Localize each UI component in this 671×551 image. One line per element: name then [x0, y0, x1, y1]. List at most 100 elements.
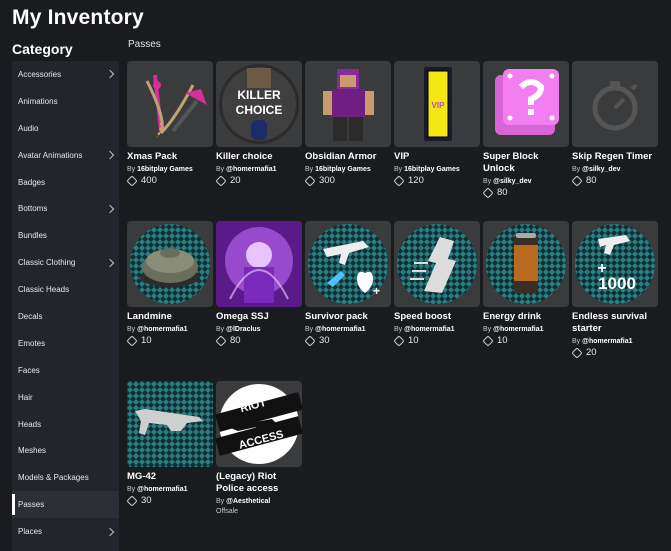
xmas-pack-icon[interactable]: [127, 61, 213, 147]
energy-drink-icon[interactable]: [483, 221, 569, 307]
creator-link[interactable]: @lDraclus: [226, 326, 260, 333]
pass-name[interactable]: VIP: [394, 151, 480, 163]
robux-icon: [126, 174, 138, 187]
sidebar-item-label: Passes: [18, 500, 45, 510]
pass-creator: By @homermafia1: [127, 326, 213, 333]
killer-choice-icon[interactable]: KILLER CHOICE: [216, 61, 302, 147]
sidebar-item-label: Bottoms: [18, 204, 48, 214]
price-value: 20: [230, 175, 241, 186]
sidebar-item-heads[interactable]: Heads: [12, 411, 119, 438]
pass-card[interactable]: VIP VIP By 16bitplay Games 120: [393, 61, 480, 187]
pass-card[interactable]: MG-42 By @homermafia1 30: [126, 381, 213, 507]
creator-by-label: By: [127, 166, 136, 173]
sidebar-item-faces[interactable]: Faces: [12, 357, 119, 384]
creator-link[interactable]: @homermafia1: [137, 326, 187, 333]
super-block-icon[interactable]: [483, 61, 569, 147]
pass-card[interactable]: Omega SSJ By @lDraclus 80: [215, 221, 302, 347]
pass-name[interactable]: Omega SSJ: [216, 311, 302, 323]
pass-creator: By 16bitplay Games: [127, 166, 213, 173]
creator-link[interactable]: @Aesthetical: [226, 498, 270, 505]
riot-police-icon[interactable]: RIOT ACCESS: [216, 381, 302, 467]
pass-price: 20: [215, 174, 302, 187]
pass-card[interactable]: + Survivor pack By @homermafia1 30: [304, 221, 391, 347]
landmine-icon[interactable]: [127, 221, 213, 307]
price-value: 30: [319, 335, 330, 346]
creator-link[interactable]: @homermafia1: [315, 326, 365, 333]
pass-card[interactable]: Super Block Unlock By @silky_dev 80: [482, 61, 569, 199]
pass-card[interactable]: Landmine By @homermafia1 10: [126, 221, 213, 347]
sidebar-item-label: Hair: [18, 392, 33, 402]
pass-price: 80: [482, 186, 569, 199]
sidebar-item-badges[interactable]: Badges: [12, 169, 119, 196]
omega-ssj-icon[interactable]: [216, 221, 302, 307]
sidebar-item-emotes[interactable]: Emotes: [12, 330, 119, 357]
creator-by-label: By: [305, 166, 314, 173]
pass-name[interactable]: Skip Regen Timer: [572, 151, 658, 163]
sidebar-item-models-packages[interactable]: Models & Packages: [12, 464, 119, 491]
sidebar-item-classic-clothing[interactable]: Classic Clothing: [12, 249, 119, 276]
speed-boost-icon[interactable]: [394, 221, 480, 307]
creator-by-label: By: [572, 166, 581, 173]
robux-icon: [482, 186, 494, 199]
sidebar-item-bundles[interactable]: Bundles: [12, 222, 119, 249]
pass-name[interactable]: Landmine: [127, 311, 213, 323]
robux-icon: [215, 334, 227, 347]
creator-by-label: By: [572, 338, 581, 345]
sidebar-item-label: Audio: [18, 123, 39, 133]
creator-link[interactable]: @homermafia1: [404, 326, 454, 333]
pass-name[interactable]: Energy drink: [483, 311, 569, 323]
pass-name[interactable]: Survivor pack: [305, 311, 391, 323]
survivor-pack-icon[interactable]: +: [305, 221, 391, 307]
creator-link[interactable]: @homermafia1: [582, 338, 632, 345]
pass-card[interactable]: KILLER CHOICE Killer choice By @homermafia1…: [215, 61, 302, 187]
pass-name[interactable]: Killer choice: [216, 151, 302, 163]
pass-name[interactable]: Xmas Pack: [127, 151, 213, 163]
pass-card[interactable]: Speed boost By @homermafia1 10: [393, 221, 480, 347]
mg42-icon[interactable]: [127, 381, 213, 467]
sidebar-item-decals[interactable]: Decals: [12, 303, 119, 330]
pass-name[interactable]: Endless survival starter: [572, 311, 658, 335]
creator-link[interactable]: @homermafia1: [137, 486, 187, 493]
pass-creator: By @homermafia1: [483, 326, 569, 333]
vip-icon[interactable]: VIP: [394, 61, 480, 147]
pass-card[interactable]: +1000 Endless survival starter By @homerma…: [571, 221, 658, 359]
pass-card[interactable]: Xmas Pack By 16bitplay Games 400: [126, 61, 213, 187]
sidebar-item-avatar-animations[interactable]: Avatar Animations: [12, 142, 119, 169]
pass-creator: By @lDraclus: [216, 326, 302, 333]
pass-card[interactable]: Energy drink By @homermafia1 10: [482, 221, 569, 347]
pass-price: 120: [393, 174, 480, 187]
pass-price: 10: [393, 334, 480, 347]
sidebar-item-classic-heads[interactable]: Classic Heads: [12, 276, 119, 303]
sidebar-item-meshes[interactable]: Meshes: [12, 437, 119, 464]
pass-name[interactable]: Obsidian Armor: [305, 151, 391, 163]
creator-link[interactable]: @silky_dev: [582, 166, 620, 173]
pass-card[interactable]: Skip Regen Timer By @silky_dev 80: [571, 61, 658, 187]
creator-link[interactable]: @homermafia1: [493, 326, 543, 333]
sidebar-item-hair[interactable]: Hair: [12, 384, 119, 411]
pass-price: 20: [571, 346, 658, 359]
sidebar-item-bottoms[interactable]: Bottoms: [12, 195, 119, 222]
pass-name[interactable]: Speed boost: [394, 311, 480, 323]
sidebar-item-accessories[interactable]: Accessories: [12, 61, 119, 88]
sidebar-item-animations[interactable]: Animations: [12, 88, 119, 115]
sidebar-item-audio[interactable]: Audio: [12, 115, 119, 142]
pass-card[interactable]: RIOT ACCESS (Legacy) Riot Police access By …: [216, 381, 302, 515]
offsale-status: Offsale: [216, 508, 239, 515]
creator-link[interactable]: @homermafia1: [226, 166, 276, 173]
sidebar-item-places[interactable]: Places: [12, 518, 119, 545]
sidebar-item-label: Decals: [18, 311, 43, 321]
obsidian-armor-icon[interactable]: [305, 61, 391, 147]
creator-by-label: By: [216, 326, 225, 333]
endless-survival-icon[interactable]: +1000: [572, 221, 658, 307]
pass-name[interactable]: MG-42: [127, 471, 213, 483]
stopwatch-icon[interactable]: [572, 61, 658, 147]
pass-name[interactable]: (Legacy) Riot Police access: [216, 471, 302, 495]
pass-creator: By @homermafia1: [572, 338, 658, 345]
creator-link[interactable]: 16bitplay Games: [404, 166, 460, 173]
creator-link[interactable]: @silky_dev: [493, 178, 531, 185]
pass-name[interactable]: Super Block Unlock: [483, 151, 569, 175]
pass-card[interactable]: Obsidian Armor By 16bitplay Games 300: [304, 61, 391, 187]
sidebar-item-passes[interactable]: Passes: [12, 491, 119, 519]
creator-link[interactable]: 16bitplay Games: [137, 166, 193, 173]
creator-link[interactable]: 16bitplay Games: [315, 166, 371, 173]
